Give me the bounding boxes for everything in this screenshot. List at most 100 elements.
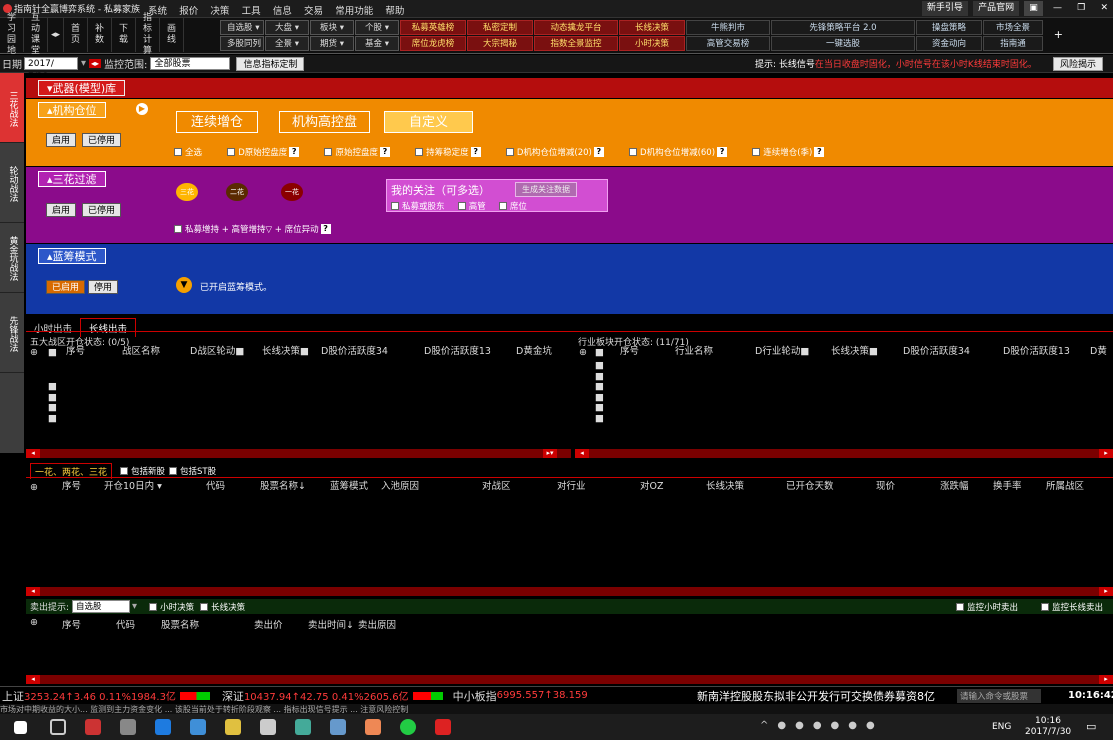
zone-header-cell[interactable]: 长线决策■ (262, 347, 309, 357)
command-input[interactable]: 请输入命令或股票 (957, 689, 1041, 703)
generate-focus-button[interactable]: 生成关注数据 (515, 182, 577, 197)
scroll-right-icon[interactable]: ▸▾ (543, 449, 557, 458)
toolbar-cell[interactable]: 长线决策 (619, 20, 685, 35)
layout-icon[interactable]: ▣ (1024, 1, 1043, 16)
stock-header-cell[interactable]: 已开仓天数 (786, 482, 834, 492)
draw-line-button[interactable]: 画线 (160, 18, 184, 52)
zone-row[interactable] (26, 402, 571, 412)
edge-icon[interactable] (155, 719, 171, 735)
add-icon[interactable]: + (1054, 28, 1063, 41)
rail-gold-pit[interactable]: 黄金坑战法 (0, 223, 24, 293)
nav-arrows-icon[interactable]: ◂▸ (48, 18, 64, 52)
check-include-st[interactable]: 包括ST股 (169, 465, 216, 477)
app-icon[interactable] (85, 719, 101, 735)
stock-header-cell[interactable]: 开仓10日内 ▾ (104, 482, 162, 492)
toolbar-cell[interactable]: 私密定制 (467, 20, 533, 35)
stock-row[interactable] (26, 496, 1113, 506)
toolbar-cell[interactable]: 操盘策略 (916, 20, 982, 35)
toolbar-cell[interactable]: 大盘 ▾ (265, 20, 309, 35)
industry-header-cell[interactable]: D行业轮动■ (755, 347, 809, 357)
sell-header-cell[interactable]: 卖出时间↓ (308, 617, 354, 631)
check-monitor-hour-sell[interactable]: 监控小时卖出 (956, 601, 1018, 613)
stock-header-cell[interactable]: 换手率 (993, 482, 1022, 492)
zone-row[interactable] (26, 371, 571, 381)
scroll-right-icon[interactable]: ▸ (1099, 587, 1113, 596)
row-checkbox[interactable]: ■ (48, 392, 57, 403)
two-flower-icon[interactable]: 二花 (226, 183, 248, 201)
industry-header-cell[interactable]: 序号 (620, 347, 639, 357)
rail-rotation[interactable]: 轮动战法 (0, 143, 24, 223)
arrow-right-icon[interactable]: ▶ (136, 103, 148, 115)
official-site-button[interactable]: 产品官网 (973, 1, 1020, 16)
check-seat[interactable]: 席位 (498, 200, 527, 212)
sanhua-enable-button[interactable]: 启用 (46, 203, 77, 217)
row-checkbox[interactable]: ■ (595, 381, 604, 392)
toolbar-cell[interactable]: 大宗揭秘 (467, 36, 533, 51)
sell-select[interactable]: 自选股 (72, 600, 131, 613)
tray-icons[interactable]: ^●●●●●● (760, 720, 884, 731)
game-icon[interactable] (365, 719, 381, 735)
tab-custom[interactable]: 自定义 (384, 111, 474, 133)
stock-header-cell[interactable]: 蓝筹模式 (330, 482, 368, 492)
stock-row[interactable] (26, 562, 1113, 572)
minimize-icon[interactable]: — (1048, 1, 1067, 16)
stock-header-cell[interactable]: 入池原因 (381, 482, 419, 492)
bluechip-disable-button[interactable]: 停用 (88, 280, 119, 294)
check-sell-hour[interactable]: 小时决策 (149, 601, 194, 613)
zone-header-cell[interactable]: D黄金坑 (516, 347, 552, 357)
notification-icon[interactable]: ▭ (1086, 720, 1096, 733)
menu-tools[interactable]: 工具 (242, 6, 261, 17)
toolbar-cell[interactable]: 指南通 (983, 36, 1043, 51)
toolbar-cell[interactable]: 席位龙虎榜 (400, 36, 466, 51)
weapons-toggle[interactable]: ▾武器(模型)库 (38, 80, 126, 96)
industry-header-cell[interactable]: D股价活跃度13 (1003, 347, 1070, 357)
browser-icon[interactable] (120, 719, 136, 735)
menu-common[interactable]: 常用功能 (335, 6, 373, 17)
industry-scrollbar[interactable] (575, 449, 1113, 458)
tab-hour-attack[interactable]: 小时出击 (26, 319, 80, 337)
stock-row[interactable] (26, 529, 1113, 539)
toolbar-cell[interactable]: 高管交易榜 (686, 36, 770, 51)
stock-row[interactable] (26, 540, 1113, 550)
check-chip-stability[interactable]: 持筹稳定度? (415, 146, 481, 158)
row-checkbox[interactable]: ■ (595, 402, 604, 413)
check-sell-long[interactable]: 长线决策 (200, 601, 245, 613)
zoom-icon[interactable]: ⊕ (30, 617, 38, 628)
zone-header-cell[interactable]: 序号 (66, 347, 85, 357)
industry-header-cell[interactable]: 行业名称 (675, 347, 713, 357)
row-checkbox[interactable]: ■ (595, 413, 604, 424)
stock-header-cell[interactable]: 对OZ (640, 482, 664, 492)
close-icon[interactable]: ✕ (1095, 1, 1113, 16)
zone-scrollbar[interactable] (26, 449, 571, 458)
toolbar-cell[interactable]: 一键选股 (771, 36, 915, 51)
chrome-icon[interactable] (400, 719, 416, 735)
lang-indicator[interactable]: ENG (992, 722, 1011, 732)
toolbar-cell[interactable]: 市场全景 (983, 20, 1043, 35)
check-flower-filter[interactable]: 私募增持 + 高管增持▽ + 席位异动? (174, 223, 331, 235)
check-private-holder[interactable]: 私募或股东 (391, 200, 445, 212)
interactive-class-button[interactable]: 互动课堂 (24, 13, 48, 56)
sell-header-cell[interactable]: 序号 (62, 617, 81, 631)
date-picker[interactable]: 2017/ 7/28 (24, 57, 78, 82)
restore-icon[interactable]: ❐ (1072, 1, 1090, 16)
toolbar-cell[interactable]: 资金动向 (916, 36, 982, 51)
stock-header-cell[interactable]: 涨跌幅 (940, 482, 969, 492)
check-include-new[interactable]: 包括新股 (120, 465, 165, 477)
zone-header-cell[interactable]: D股价活跃度13 (424, 347, 491, 357)
dropdown-icon[interactable]: ▾ (81, 58, 86, 69)
risk-disclosure-button[interactable]: 风险揭示 (1052, 56, 1103, 71)
toolbar-cell[interactable]: 牛熊判市 (686, 20, 770, 35)
scope-select[interactable]: 全部股票 (150, 57, 231, 70)
sell-header-cell[interactable]: 代码 (116, 617, 135, 631)
toolbar-cell[interactable]: 动态擒龙平台 (534, 20, 618, 35)
check-continuous-quarter[interactable]: 连续增仓(季)? (752, 146, 825, 158)
home-button[interactable]: 首页 (64, 18, 88, 52)
toolbar-cell[interactable]: 板块 ▾ (310, 20, 354, 35)
scroll-left-icon[interactable]: ◂ (26, 449, 40, 458)
check-d-control[interactable]: D原始控盘度? (227, 146, 300, 158)
three-flower-icon[interactable]: 三花 (176, 183, 198, 201)
task-view-icon[interactable] (50, 719, 66, 735)
institution-disable-button[interactable]: 已停用 (82, 133, 122, 147)
row-checkbox[interactable]: ■ (595, 392, 604, 403)
stock-header-cell[interactable]: 现价 (876, 482, 895, 492)
